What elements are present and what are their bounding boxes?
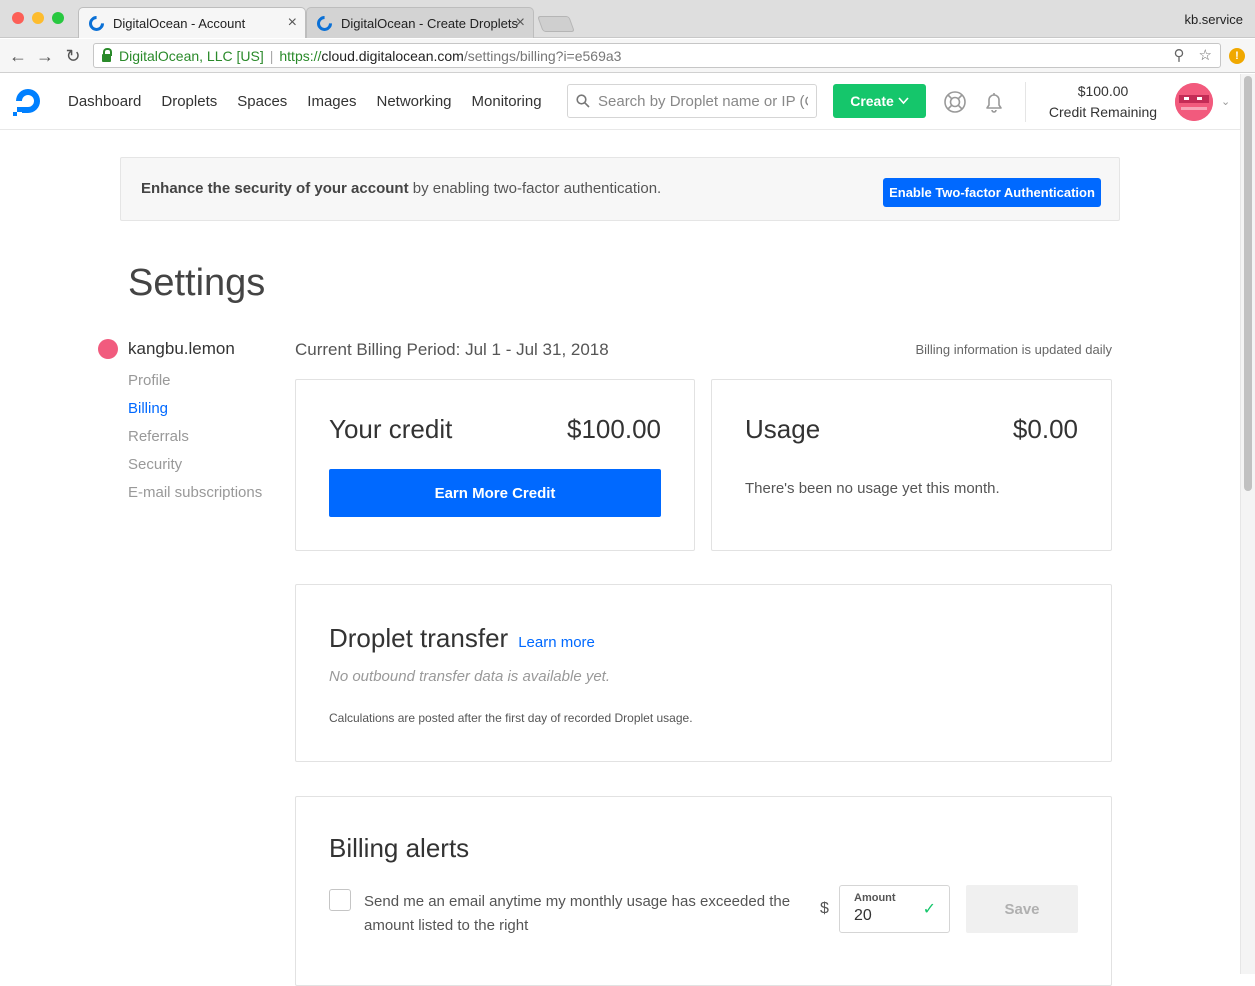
amount-value[interactable]: 20 [854, 907, 872, 925]
valid-checkmark-icon: ✓ [922, 901, 936, 918]
browser-toolbar: ← → ↻ DigitalOcean, LLC [US] | https:// … [0, 39, 1255, 73]
avatar[interactable] [1175, 83, 1213, 121]
billing-alerts-title: Billing alerts [329, 833, 470, 863]
user-avatar [98, 339, 118, 359]
minimize-window-button[interactable] [32, 12, 44, 24]
nav-dashboard[interactable]: Dashboard [68, 93, 141, 110]
credit-title: Your credit [329, 414, 453, 444]
certificate-owner: DigitalOcean, LLC [US] [119, 47, 264, 64]
billing-period: Current Billing Period: Jul 1 - Jul 31, … [295, 340, 609, 359]
usage-card: Usage $0.00 There's been no usage yet th… [711, 379, 1112, 551]
sidebar-item-profile[interactable]: Profile [128, 372, 262, 390]
digitalocean-favicon-icon [85, 12, 108, 35]
amount-label: Amount [854, 892, 896, 904]
main-nav: Dashboard Droplets Spaces Images Network… [68, 93, 542, 110]
sidebar-item-email-subscriptions[interactable]: E-mail subscriptions [128, 484, 262, 502]
learn-more-link[interactable]: Learn more [518, 634, 595, 651]
nav-images[interactable]: Images [307, 93, 356, 110]
settings-sidebar: Profile Billing Referrals Security E-mai… [128, 372, 262, 502]
close-tab-icon[interactable]: × [288, 14, 297, 32]
digitalocean-logo-icon[interactable] [12, 85, 44, 117]
alert-email-label: Send me an email anytime my monthly usag… [364, 893, 791, 934]
billing-updated-note: Billing information is updated daily [915, 342, 1112, 357]
close-window-button[interactable] [12, 12, 24, 24]
bookmark-star-icon[interactable]: ☆ [1199, 46, 1212, 64]
key-icon[interactable]: ⚲ [1174, 46, 1185, 64]
url-host: cloud.digitalocean.com [321, 47, 464, 64]
browser-tab-account[interactable]: DigitalOcean - Account × [78, 7, 306, 38]
transfer-heading: Droplet transfer Learn more [329, 623, 595, 654]
search-icon [576, 94, 590, 108]
create-label: Create [850, 93, 894, 109]
credit-remaining-amount: $100.00 [1077, 83, 1129, 99]
header-divider [1025, 82, 1026, 122]
page-scrollbar[interactable] [1240, 74, 1255, 974]
nav-monitoring[interactable]: Monitoring [472, 93, 542, 110]
two-factor-banner: Enhance the security of your account by … [120, 157, 1120, 221]
tab-title: DigitalOcean - Account [113, 15, 246, 31]
credit-card: Your credit $100.00 Earn More Credit [295, 379, 695, 551]
back-arrow-icon[interactable]: ← [8, 46, 28, 67]
app-header: Dashboard Droplets Spaces Images Network… [0, 74, 1240, 130]
address-separator: | [269, 47, 274, 64]
nav-droplets[interactable]: Droplets [161, 93, 217, 110]
close-tab-icon[interactable]: × [516, 14, 525, 32]
chevron-down-icon [898, 97, 909, 105]
credit-amount: $100.00 [567, 414, 661, 444]
reload-icon[interactable]: ↻ [63, 46, 83, 67]
page-title: Settings [128, 262, 266, 304]
sidebar-item-security[interactable]: Security [128, 456, 262, 474]
usage-amount: $0.00 [1012, 414, 1078, 444]
alert-amount-field[interactable]: Amount 20 ✓ [839, 885, 950, 933]
tab-title: DigitalOcean - Create Droplets [341, 15, 519, 31]
search-input[interactable] [598, 92, 808, 110]
create-button[interactable]: Create [833, 84, 926, 118]
enable-two-factor-button[interactable]: Enable Two-factor Authentication [883, 178, 1101, 207]
extension-warning-icon[interactable]: ! [1229, 48, 1245, 64]
usage-note: There's been no usage yet this month. [745, 480, 1000, 497]
sidebar-user: kangbu.lemon [98, 339, 235, 359]
browser-tab-bar: DigitalOcean - Account × DigitalOcean - … [0, 0, 1255, 38]
browser-profile-name[interactable]: kb.service [1184, 12, 1243, 27]
transfer-empty-message: No outbound transfer data is available y… [329, 668, 611, 685]
url-path: /settings/billing?i=e569a3 [463, 47, 622, 64]
credit-remaining-label: Credit Remaining [1048, 104, 1158, 120]
transfer-note: Calculations are posted after the first … [329, 711, 693, 725]
earn-more-credit-button[interactable]: Earn More Credit [329, 469, 661, 517]
omnibox-actions: ⚲ ☆ [1174, 46, 1212, 64]
forward-arrow-icon[interactable]: → [35, 46, 55, 67]
droplet-transfer-card: Droplet transfer Learn more No outbound t… [295, 584, 1112, 762]
browser-tab-create-droplets[interactable]: DigitalOcean - Create Droplets × [306, 7, 534, 38]
nav-networking[interactable]: Networking [377, 93, 452, 110]
banner-message: Enhance the security of your account by … [141, 180, 661, 197]
new-tab-button[interactable] [537, 16, 575, 32]
banner-bold-text: Enhance the security of your account [141, 180, 409, 197]
nav-spaces[interactable]: Spaces [237, 93, 287, 110]
url-scheme: https:// [279, 47, 322, 64]
account-menu-chevron-icon[interactable]: ⌄ [1221, 95, 1230, 108]
zoom-window-button[interactable] [52, 12, 64, 24]
support-lifebuoy-icon[interactable] [943, 90, 967, 114]
notifications-bell-icon[interactable] [982, 90, 1006, 114]
banner-rest-text: by enabling two-factor authentication. [408, 180, 662, 197]
alert-email-checkbox[interactable] [329, 889, 351, 911]
scrollbar-thumb[interactable] [1244, 76, 1252, 491]
search-box [567, 84, 817, 118]
address-bar[interactable]: DigitalOcean, LLC [US] | https:// cloud.… [93, 43, 1221, 68]
lock-icon [102, 47, 112, 62]
billing-alerts-card: Billing alerts Send me an email anytime … [295, 796, 1112, 986]
sidebar-item-billing[interactable]: Billing [128, 400, 262, 418]
transfer-title: Droplet transfer [329, 623, 509, 653]
currency-symbol: $ [820, 900, 829, 917]
credit-remaining: $100.00 Credit Remaining [1040, 81, 1166, 123]
save-alert-button[interactable]: Save [966, 885, 1078, 933]
username: kangbu.lemon [128, 339, 235, 358]
digitalocean-favicon-icon [313, 12, 336, 35]
sidebar-item-referrals[interactable]: Referrals [128, 428, 262, 446]
usage-title: Usage [745, 414, 821, 444]
